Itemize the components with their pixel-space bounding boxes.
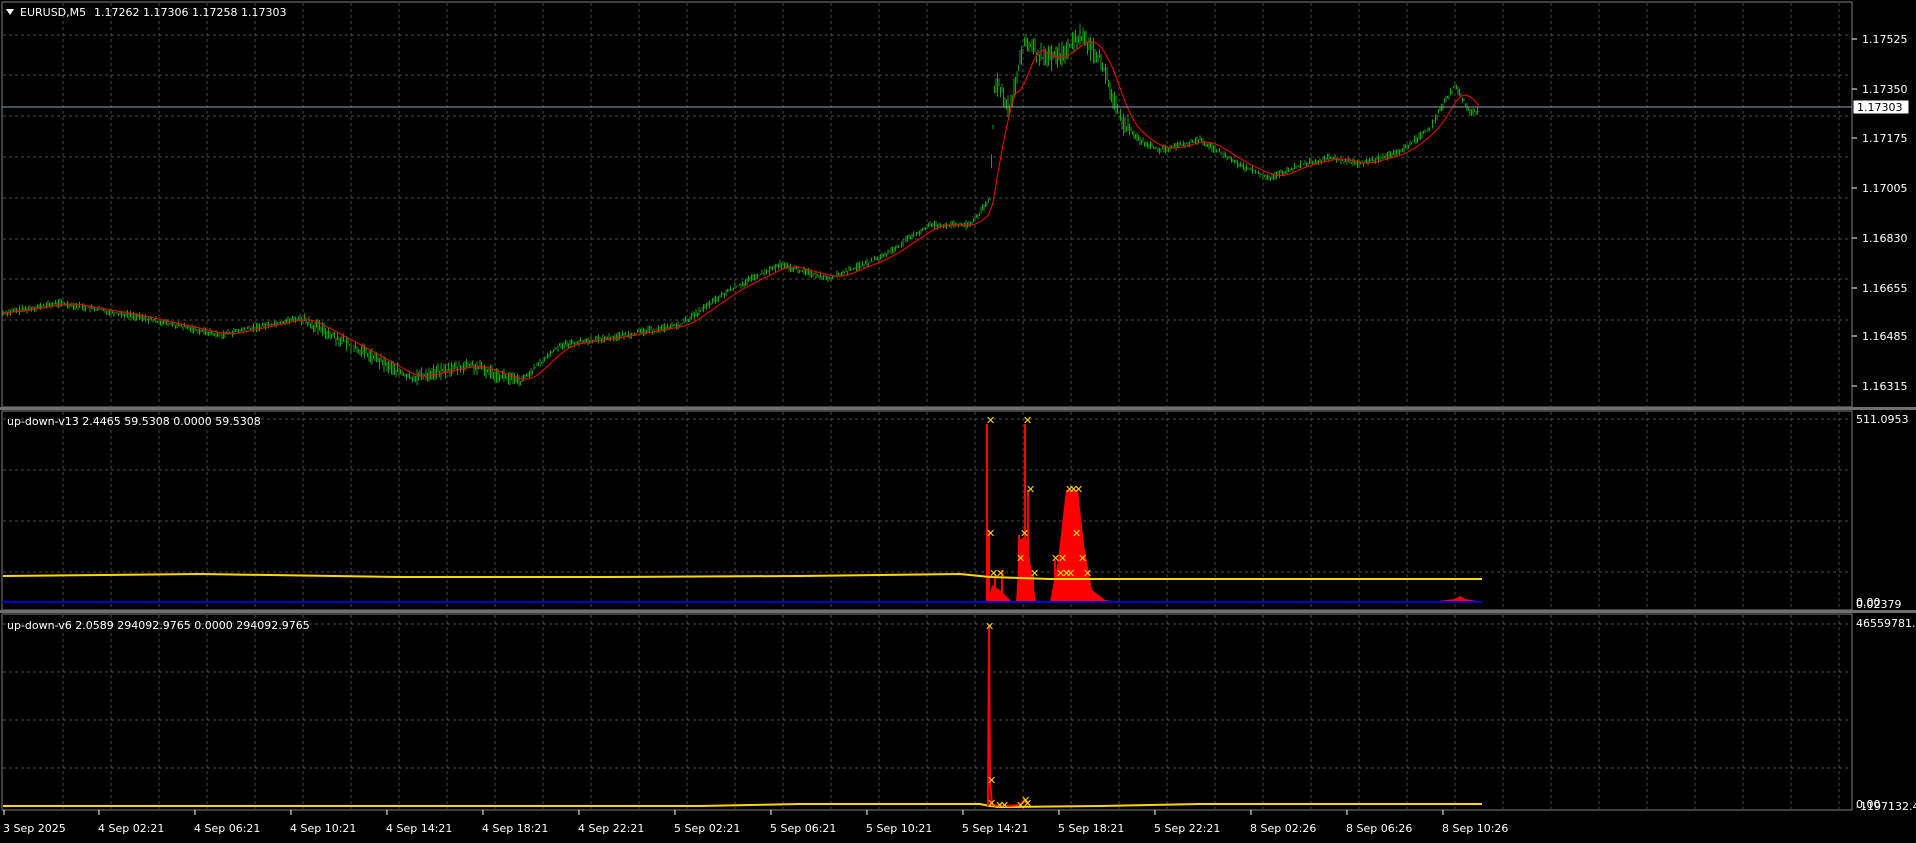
x-marker-icon: ✕: [1016, 552, 1025, 565]
histogram-area: [988, 585, 1012, 602]
x-marker-icon: ✕: [1020, 527, 1029, 540]
time-tick-label: 5 Sep 18:21: [1058, 822, 1124, 835]
price-tick-label: 1.17350: [1862, 83, 1908, 96]
chart-canvas[interactable]: 1.17525 1.17350 1.17175 1.17005 1.16830 1.166…: [0, 0, 1916, 840]
price-tick-label: 1.16315: [1862, 380, 1908, 393]
symbol-label: EURUSD,M5: [20, 6, 86, 19]
time-axis: 3 Sep 2025 4 Sep 02:21 4 Sep 06:21 4 Sep 10…: [3, 810, 1508, 835]
time-tick-label: 4 Sep 10:21: [290, 822, 356, 835]
time-tick-label: 5 Sep 14:21: [962, 822, 1028, 835]
indicator2-label: up-down-v6 2.0589 294092.9765 0.0000 294…: [7, 619, 310, 632]
x-marker-icon: ✕: [1072, 527, 1081, 540]
moving-average-line: [2, 41, 1480, 380]
price-series: [2, 23, 1480, 387]
current-price-tag: 1.17303: [1852, 99, 1910, 115]
price-axis: 1.17525 1.17350 1.17175 1.17005 1.16830 1.166…: [1852, 33, 1908, 393]
x-marker-icon: ✕: [985, 620, 994, 633]
time-tick-label: 4 Sep 06:21: [194, 822, 260, 835]
price-tick-label: 1.16830: [1862, 232, 1908, 245]
time-tick-label: 8 Sep 10:26: [1442, 822, 1508, 835]
x-marker-icon: ✕: [987, 774, 996, 787]
current-price-label: 1.17303: [1857, 101, 1903, 114]
price-tick-label: 1.16485: [1862, 330, 1908, 343]
indicator1-max-value: 511.0953: [1856, 413, 1909, 426]
x-marker-icon: ✕: [1026, 483, 1035, 496]
x-marker-icon: ✕: [1074, 483, 1083, 496]
x-marker-icon: ✕: [1083, 567, 1092, 580]
ohlc-values: 1.17262 1.17306 1.17258 1.17303: [94, 6, 286, 19]
x-marker-icon: ✕: [1062, 567, 1071, 580]
price-tick-label: 1.17005: [1862, 182, 1908, 195]
time-tick-label: 4 Sep 22:21: [578, 822, 644, 835]
price-tick-label: 1.17525: [1862, 33, 1908, 46]
indicator2-signal-line: [3, 803, 1482, 809]
indicator1-zero-value: 0.00: [1856, 596, 1881, 609]
price-tick-label: 1.17175: [1862, 132, 1908, 145]
time-tick-label: 4 Sep 18:21: [482, 822, 548, 835]
indicator2-zero-value: 0.00: [1856, 798, 1881, 811]
trading-chart[interactable]: 1.17525 1.17350 1.17175 1.17005 1.16830 1.166…: [0, 0, 1916, 840]
histogram-area: [1050, 490, 1120, 602]
triangle-down-icon[interactable]: [6, 9, 14, 15]
time-tick-label: 3 Sep 2025: [3, 822, 66, 835]
time-tick-label: 5 Sep 02:21: [674, 822, 740, 835]
indicator2-markers: ✕✕✕✕✕ ✕✕✕: [985, 620, 1032, 812]
indicator1-grid: [3, 412, 1851, 609]
time-tick-label: 8 Sep 06:26: [1346, 822, 1412, 835]
x-marker-icon: ✕: [996, 567, 1005, 580]
x-marker-icon: ✕: [1023, 797, 1032, 810]
time-tick-label: 4 Sep 14:21: [386, 822, 452, 835]
x-marker-icon: ✕: [986, 527, 995, 540]
x-marker-icon: ✕: [986, 414, 995, 427]
indicator2-max-value: 46559781.: [1856, 617, 1916, 630]
x-marker-icon: ✕: [1078, 552, 1087, 565]
x-marker-icon: ✕: [1058, 552, 1067, 565]
time-tick-label: 5 Sep 22:21: [1154, 822, 1220, 835]
time-tick-label: 5 Sep 10:21: [866, 822, 932, 835]
indicator1-label: up-down-v13 2.4465 59.5308 0.0000 59.530…: [7, 415, 261, 428]
time-tick-label: 5 Sep 06:21: [770, 822, 836, 835]
x-marker-icon: ✕: [1023, 414, 1032, 427]
time-tick-label: 4 Sep 02:21: [98, 822, 164, 835]
price-tick-label: 1.16655: [1862, 282, 1908, 295]
x-marker-icon: ✕: [1000, 799, 1009, 812]
time-tick-label: 8 Sep 02:26: [1250, 822, 1316, 835]
x-marker-icon: ✕: [1030, 567, 1039, 580]
main-grid: [3, 3, 1851, 406]
indicator2-grid: [3, 615, 1851, 809]
indicator1-signal-line: [2, 572, 1482, 580]
